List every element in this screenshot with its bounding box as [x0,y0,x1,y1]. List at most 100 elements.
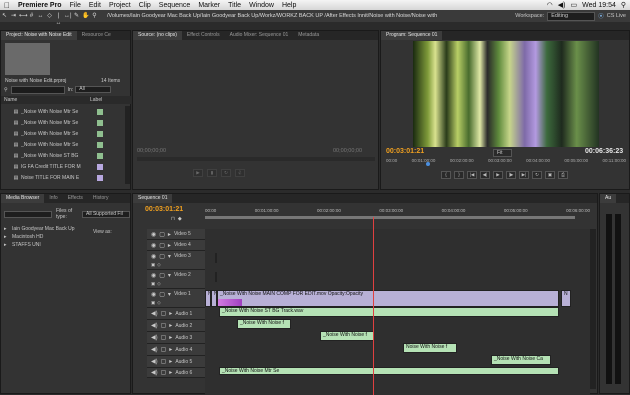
set-marker-icon[interactable]: ◆ [178,216,182,222]
speaker-icon[interactable]: ◀) [151,358,158,365]
hand-tool-icon[interactable]: ✋ [82,13,89,20]
speaker-icon[interactable]: ◀) [151,346,158,353]
track-header-audio-2[interactable]: ◀) ▢ ▸ Audio 2 [147,320,205,332]
video1-clip-main[interactable]: _Noise With Noise MAIN COMP FOR EDIT.mov… [217,290,559,307]
search-input[interactable] [10,85,65,94]
go-to-in-icon[interactable]: |◀ [467,171,477,179]
keyframe-icon[interactable]: ◇ [157,300,160,306]
eye-icon[interactable]: ◉ [151,231,156,238]
program-timecode-current[interactable]: 00:03:01:21 [386,148,424,155]
disclosure-triangle-icon[interactable]: ▸ [169,310,172,317]
video1-clip-end[interactable]: N [561,290,571,307]
timeline-playhead[interactable] [373,217,374,395]
menu-project[interactable]: Project [105,2,135,9]
eye-icon[interactable]: ◉ [151,253,156,260]
tab-sequence[interactable]: Sequence 01 [133,194,173,203]
timeline-timecode[interactable]: 00:03:01:21 [145,206,183,213]
disclosure-triangle-icon[interactable]: ▸ [169,322,172,329]
rate-stretch-tool-icon[interactable]: ↔ [37,13,44,20]
tab-effects[interactable]: Effects [63,194,88,203]
loop-icon[interactable]: ↻ [532,171,542,179]
disclosure-triangle-icon[interactable]: ▾ [168,291,171,298]
menu-help[interactable]: Help [278,2,300,9]
audio2-clip[interactable]: _Noise With Noise f [237,319,291,329]
disclosure-triangle-icon[interactable]: ▾ [168,272,171,279]
track-header-video-5[interactable]: ◉ ▢ ▸ Video 5 [147,229,205,240]
video2-clip[interactable] [215,272,217,282]
list-item[interactable]: ▤ Noise TITLE FOR MAIN E [1,172,132,183]
program-ruler[interactable]: 00:00 00:01:00:00 00:02:00:00 00:03:00:0… [386,158,626,163]
menu-file[interactable]: File [66,2,85,9]
step-forward-icon[interactable]: |▶ [506,171,516,179]
eye-icon[interactable]: ◉ [151,242,156,249]
project-scrollbar[interactable] [125,106,130,184]
program-fit-dropdown[interactable]: Fit [493,149,512,157]
apple-icon[interactable]:  [0,1,14,10]
cs-live-icon[interactable]: ⦿ [598,12,604,20]
display-style-icon[interactable]: ▣ [151,262,155,268]
step-back-icon[interactable]: ◀| [480,171,490,179]
source-timecode-left[interactable]: 00;00;00;00 [137,148,166,154]
play-icon[interactable]: ▶ [493,171,503,179]
disclosure-triangle-icon[interactable]: ▸ [169,369,172,376]
source-step-icon[interactable]: ▮ [207,169,217,177]
audio4-clip[interactable]: Noise With Noise f [403,343,457,353]
tab-source[interactable]: Source: (no clips) [133,31,182,40]
location-dropdown[interactable] [4,210,52,218]
list-item[interactable]: ▤ _Noise With Noise Mtr Se [1,139,132,150]
menu-edit[interactable]: Edit [85,2,105,9]
tab-resource-central[interactable]: Resource Ce [77,31,116,40]
disclosure-triangle-icon[interactable]: ▾ [168,253,171,260]
disclosure-triangle-icon[interactable]: ▸ [4,234,12,240]
tab-program[interactable]: Program: Sequence 01 [381,31,443,40]
source-loop-icon[interactable]: ↻ [221,169,231,177]
keyframe-icon[interactable]: ◇ [157,281,160,287]
go-to-out-icon[interactable]: ▶| [519,171,529,179]
disclosure-triangle-icon[interactable]: ▸ [169,358,172,365]
display-style-icon[interactable]: ▣ [151,300,155,306]
safe-margins-icon[interactable]: ▣ [545,171,555,179]
keyframe-icon[interactable]: ◇ [157,262,160,268]
lock-icon[interactable]: ▢ [161,358,167,365]
tab-audio-mixer[interactable]: Audio Mixer: Sequence 01 [225,31,294,40]
tab-project[interactable]: Project: Noise with Noise Edit [1,31,77,40]
zoom-tool-icon[interactable]: ⚲ [91,13,98,20]
disclosure-triangle-icon[interactable]: ▸ [168,231,171,238]
timeline-scrollbar[interactable] [590,229,596,389]
volume-icon[interactable]: ◀) [558,1,566,9]
speaker-icon[interactable]: ◀) [151,369,158,376]
lock-icon[interactable]: ▢ [161,310,167,317]
export-frame-icon[interactable]: ⎙ [558,171,568,179]
lock-icon[interactable]: ▢ [161,346,167,353]
menu-title[interactable]: Title [224,2,245,9]
track-select-tool-icon[interactable]: ⇥ [10,13,17,20]
audio1-clip[interactable]: _Noise With Noise ST BG Track.wav [219,307,559,317]
menu-marker[interactable]: Marker [194,2,224,9]
track-area[interactable]: N N _Noise With Noise MAIN COMP FOR EDIT… [205,217,590,395]
program-playhead-icon[interactable] [426,162,430,166]
list-item[interactable]: ▤ _Noise With Noise ST BG [1,150,132,161]
ripple-edit-tool-icon[interactable]: ⟷ [19,13,28,20]
track-header-video-1[interactable]: ◉ ▢ ▾ Video 1 ▣ ◇ [147,289,205,308]
clock[interactable]: Wed 19:54 [582,2,616,9]
list-item[interactable]: ▤ IG FA Credit TITLE FOR M [1,161,132,172]
tab-history[interactable]: History [88,194,114,203]
pen-tool-icon[interactable]: ✎ [73,13,80,20]
source-scrubber[interactable] [137,157,375,161]
selection-tool-icon[interactable]: ↖ [1,13,8,20]
eye-icon[interactable]: ◉ [151,272,156,279]
lock-icon[interactable]: ▢ [159,272,165,279]
files-of-type-dropdown[interactable]: All Supported Fil [82,210,130,218]
lock-icon[interactable]: ▢ [159,253,165,260]
cs-live-button[interactable]: CS Live [607,13,626,19]
speaker-icon[interactable]: ◀) [151,322,158,329]
mark-in-icon[interactable]: { [441,171,451,179]
audio5-clip[interactable]: _Noise With Noise Ca [491,355,551,365]
tab-media-browser[interactable]: Media Browser [1,194,45,203]
disclosure-triangle-icon[interactable]: ▸ [4,226,12,232]
razor-tool-icon[interactable]: ◇ [46,13,53,20]
snap-icon[interactable]: ⊓ [171,216,175,222]
speaker-icon[interactable]: ◀) [151,334,158,341]
audio3-clip[interactable]: _Noise With Noise f [320,331,374,341]
menu-app-name[interactable]: Premiere Pro [14,2,66,9]
